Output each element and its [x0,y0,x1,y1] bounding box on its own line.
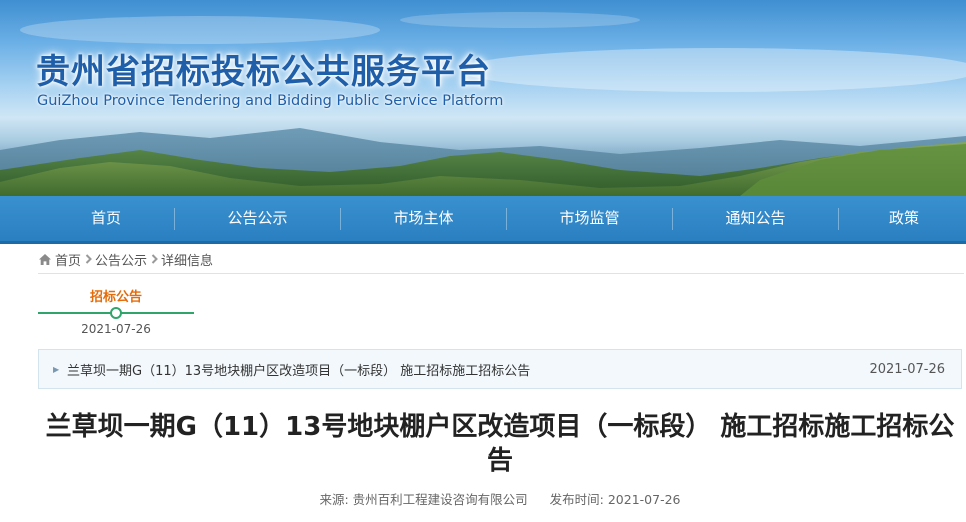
home-icon[interactable] [38,253,52,266]
source-label: 来源: [319,492,349,507]
notice-list-item[interactable]: ▶ 兰草坝一期G（11）13号地块棚户区改造项目（一标段） 施工招标施工招标公告… [38,349,962,389]
chevron-right-icon [81,254,95,264]
main-nav: 首页 公告公示 市场主体 市场监管 通知公告 政策 [0,196,966,244]
breadcrumb: 首页 公告公示 详细信息 [38,248,964,274]
nav-item-market-supervision[interactable]: 市场监管 [507,196,672,241]
breadcrumb-announcements[interactable]: 公告公示 [95,250,147,269]
notice-date: 2021-07-26 [869,361,945,377]
published-label: 发布时间: [549,492,604,507]
breadcrumb-home[interactable]: 首页 [55,250,81,269]
breadcrumb-current: 详细信息 [161,253,214,269]
nav-item-market-entities[interactable]: 市场主体 [341,196,506,241]
article-meta: 来源: 贵州百利工程建设咨询有限公司 发布时间: 2021-07-26 [38,489,962,508]
source-value: 贵州百利工程建设咨询有限公司 [352,492,528,507]
timeline-node[interactable] [110,307,122,319]
nav-item-policy[interactable]: 政策 [839,196,966,241]
header-banner: 贵州省招标投标公共服务平台 GuiZhou Province Tendering… [0,0,966,196]
notice-title[interactable]: 兰草坝一期G（11）13号地块棚户区改造项目（一标段） 施工招标施工招标公告 [67,360,869,379]
timeline-stage-label[interactable]: 招标公告 [38,286,194,305]
nav-item-notices[interactable]: 通知公告 [673,196,838,241]
chevron-right-icon [147,254,161,264]
nav-item-announcements[interactable]: 公告公示 [175,196,340,241]
nav-item-home[interactable]: 首页 [38,196,174,241]
caret-right-icon: ▶ [53,364,60,374]
site-title: 贵州省招标投标公共服务平台 [36,52,491,92]
site-subtitle: GuiZhou Province Tendering and Bidding P… [37,93,504,109]
article-title: 兰草坝一期G（11）13号地块棚户区改造项目（一标段） 施工招标施工招标公告 [45,412,955,476]
timeline-date: 2021-07-26 [81,322,151,336]
published-value: 2021-07-26 [607,492,681,507]
